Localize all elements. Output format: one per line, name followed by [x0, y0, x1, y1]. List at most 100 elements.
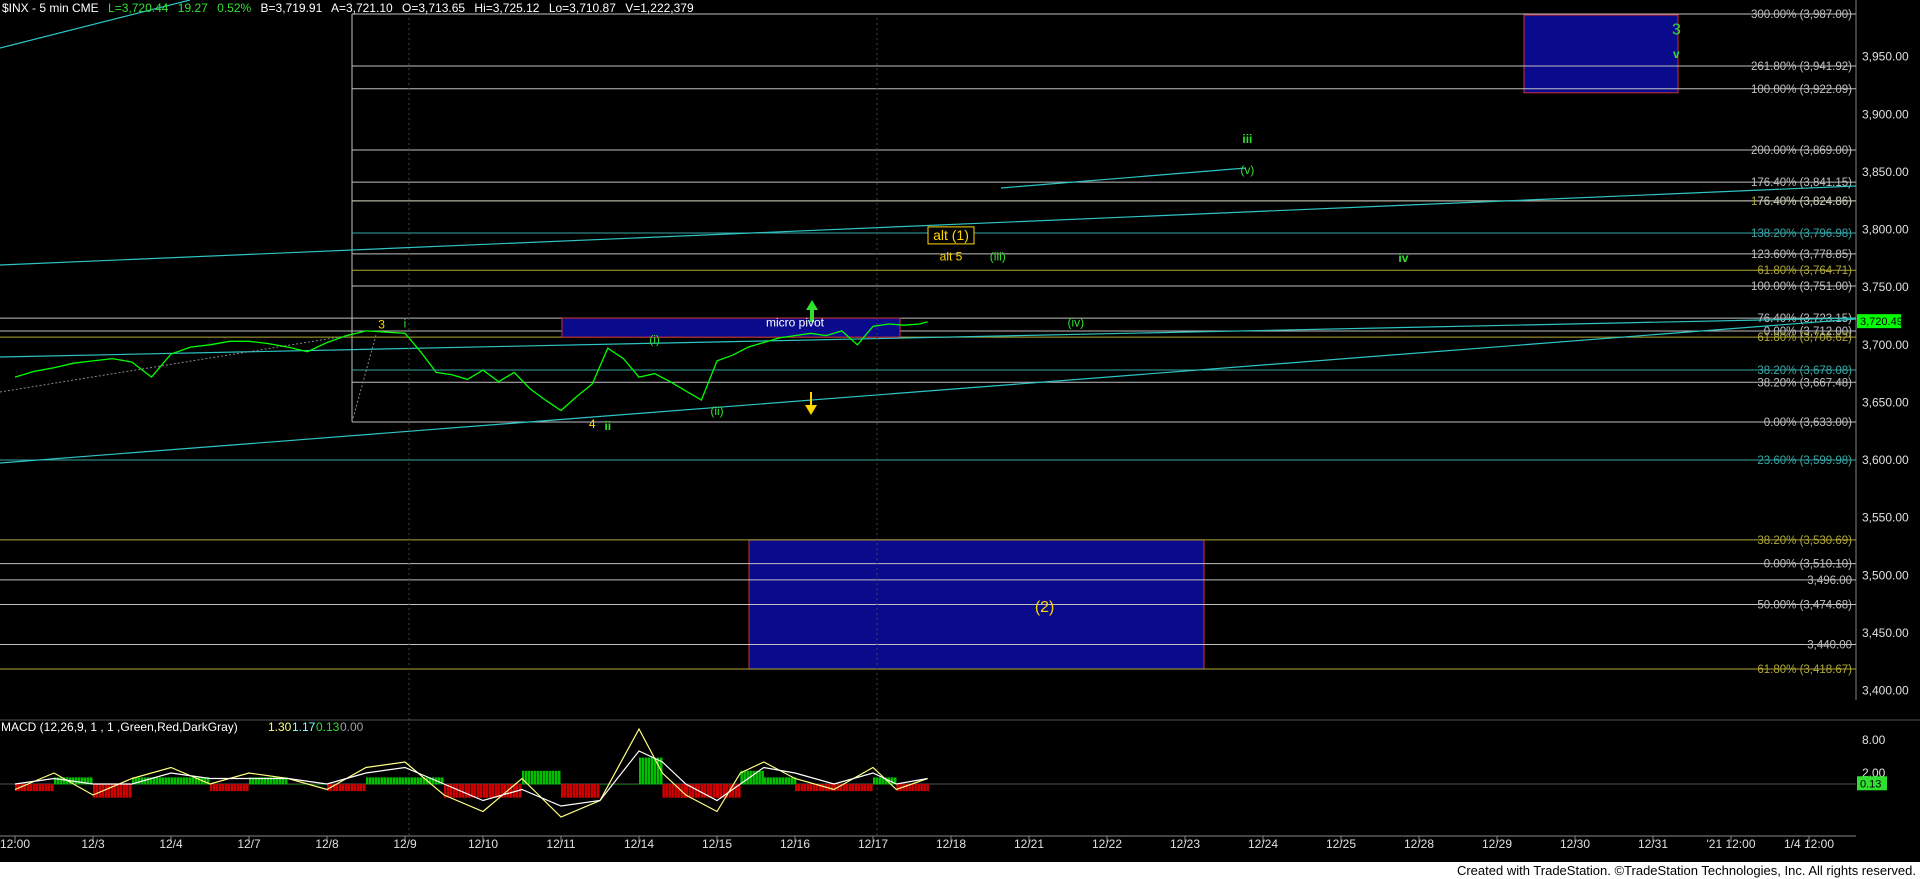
macd-histogram-bar: [558, 770, 561, 785]
fib-level-label: 23.60% (3,599.98): [1757, 455, 1852, 467]
fib-level-label: 0.00% (3,633.00): [1764, 417, 1852, 429]
macd-histogram-bar: [564, 784, 567, 798]
fib-level-label: 38.20% (3,667.48): [1757, 377, 1852, 389]
macd-histogram-bar: [807, 784, 810, 792]
macd-histogram-bar: [348, 784, 351, 792]
macd-histogram-bar: [15, 784, 18, 792]
macd-histogram-bar: [879, 777, 882, 785]
macd-histogram-bar: [648, 757, 651, 785]
macd-histogram-bar: [192, 777, 195, 785]
macd-histogram-bar: [717, 784, 720, 798]
fib-level-label: 38.20% (3,678.08): [1757, 365, 1852, 377]
macd-histogram-bar: [549, 770, 552, 785]
macd-histogram-bar: [594, 784, 597, 798]
x-tick-label: 12/24: [1248, 837, 1278, 851]
macd-histogram-bar: [30, 784, 33, 792]
macd-histogram-bar: [81, 777, 84, 785]
x-tick-label: 12/21: [1014, 837, 1044, 851]
macd-histogram-bar: [867, 784, 870, 792]
macd-histogram-bar: [896, 784, 899, 792]
macd-histogram-bar: [222, 784, 225, 792]
fib-level-label: 3,496.00: [1807, 575, 1852, 587]
macd-histogram-bar: [390, 777, 393, 785]
dotted-trendline: [0, 334, 353, 393]
macd-histogram-bar: [120, 784, 123, 798]
macd-histogram-bar: [369, 777, 372, 785]
macd-histogram-bar: [627, 784, 630, 785]
macd-histogram-bar: [645, 757, 648, 785]
wave-label: iii: [1242, 132, 1252, 146]
y-tick-label: 3,950.00: [1862, 50, 1909, 64]
macd-histogram-bar: [420, 777, 423, 785]
fib-level-label: 3,440.00: [1807, 639, 1852, 651]
macd-histogram-bar: [873, 777, 876, 785]
macd-histogram-bar: [171, 777, 174, 785]
volume: V=1,222,379: [625, 1, 694, 15]
x-tick-label: 12/18: [936, 837, 966, 851]
macd-histogram-bar: [624, 784, 627, 785]
symbol-label: $INX - 5 min CME: [2, 1, 99, 15]
last-price-label: 3,720.49: [1860, 316, 1903, 328]
channel-line: [0, 185, 1857, 266]
chart-header: $INX - 5 min CME L=3,720.44 19.27 0.52% …: [2, 1, 700, 15]
macd-histogram-bar: [855, 784, 858, 792]
fib-level-label: 61.80% (3,706.62): [1757, 332, 1852, 344]
macd-histogram-bar: [852, 784, 855, 792]
fib-level-label: 138.20% (3,796.98): [1751, 228, 1852, 240]
macd-histogram-bar: [231, 784, 234, 792]
fib-level-label: 61.80% (3,418.67): [1757, 664, 1852, 676]
macd-histogram-bar: [351, 784, 354, 792]
macd-histogram-bar: [752, 770, 755, 785]
macd-histogram-bar: [630, 784, 633, 785]
fib-level-label: 261.80% (3,941.92): [1751, 61, 1852, 73]
macd-histogram-bar: [180, 777, 183, 785]
x-tick-label: 12/3: [81, 837, 105, 851]
macd-histogram-bar: [48, 784, 51, 792]
macd-histogram-bar: [712, 784, 716, 798]
macd-histogram-bar: [339, 784, 342, 792]
macd-histogram-bar: [33, 784, 36, 792]
macd-histogram-bar: [93, 784, 96, 798]
macd-histogram-bar: [861, 784, 864, 792]
macd-histogram-bar: [531, 770, 534, 785]
macd-histogram-bar: [414, 777, 417, 785]
macd-histogram-bar: [375, 777, 378, 785]
y-tick-label: 3,600.00: [1862, 453, 1909, 467]
macd-histogram-bar: [588, 784, 591, 798]
macd-histogram-bar: [540, 770, 543, 785]
macd-histogram-bar: [709, 784, 713, 798]
macd-histogram-bar: [126, 784, 129, 798]
price-chart: 300.00% (3,987.00) 261.80% (3,941.92) 100.…: [0, 0, 1920, 851]
macd-histogram-bar: [39, 784, 42, 792]
down-arrow-icon: [805, 392, 817, 415]
x-tick-label: 12/7: [237, 837, 261, 851]
macd-histogram-bar: [834, 784, 837, 792]
macd-histogram-bar: [665, 784, 668, 798]
footer: Created with TradeStation. ©TradeStation…: [0, 862, 1920, 879]
macd-histogram-bar: [522, 770, 525, 785]
macd-histogram-bar: [393, 777, 396, 785]
macd-histogram-bar: [858, 784, 861, 792]
macd-histogram-bar: [27, 784, 30, 792]
y-tick-label: 3,400.00: [1862, 684, 1909, 698]
x-tick-label: 12/30: [1560, 837, 1590, 851]
macd-histogram-bar: [891, 777, 894, 785]
macd-histogram-bar: [843, 784, 846, 792]
copyright-text: Created with TradeStation. ©TradeStation…: [1456, 863, 1916, 878]
macd-y-tick: 8.00: [1862, 733, 1886, 747]
macd-histogram-bar: [315, 784, 318, 785]
macd-histogram-bar: [668, 784, 671, 798]
macd-histogram-bar: [78, 777, 81, 785]
macd-histogram-bar: [297, 784, 300, 785]
macd-histogram-bar: [411, 777, 414, 785]
macd-histogram-bar: [129, 784, 132, 798]
macd-histogram-bar: [453, 784, 456, 798]
macd-histogram-bar: [743, 770, 746, 785]
fib-level-label: 100.00% (3,751.00): [1751, 281, 1852, 293]
macd-histogram-bar: [810, 784, 813, 792]
macd-histogram-bar: [822, 784, 825, 792]
macd-histogram-bar: [657, 757, 660, 785]
x-tick-label: 12/23: [1170, 837, 1200, 851]
macd-histogram-bar: [96, 784, 99, 798]
macd-histogram-bar: [495, 784, 498, 798]
